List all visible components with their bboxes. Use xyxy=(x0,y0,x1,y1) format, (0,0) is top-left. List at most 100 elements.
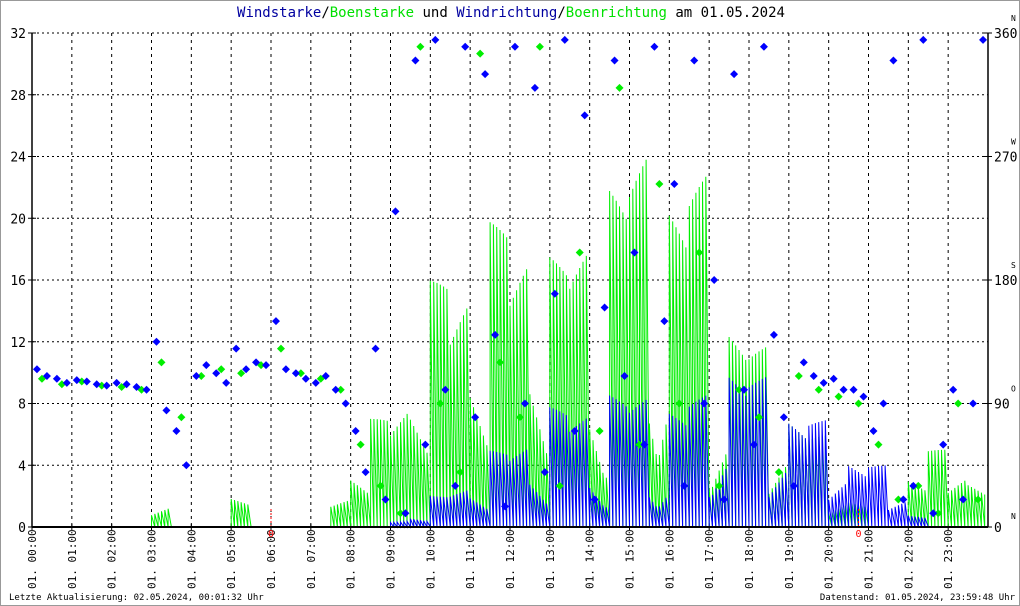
boenrichtung-point xyxy=(276,344,285,353)
windrichtung-point xyxy=(660,317,669,326)
x-tick-label: 01. 15:00 xyxy=(624,529,637,589)
windrichtung-point xyxy=(202,361,211,370)
boenrichtung-point xyxy=(814,385,823,394)
x-tick-label: 01. 12:00 xyxy=(504,529,517,589)
windrichtung-point xyxy=(152,337,161,346)
windrichtung-point xyxy=(52,374,61,383)
boenrichtung-point xyxy=(834,392,843,401)
windrichtung-point xyxy=(82,377,91,386)
x-tick-label: 01. 08:00 xyxy=(345,529,358,589)
windrichtung-point xyxy=(879,399,888,408)
windrichtung-point xyxy=(301,374,310,383)
x-tick-label: 01. 18:00 xyxy=(743,529,756,589)
boenrichtung-point xyxy=(874,440,883,449)
y-tick-label-left: 20 xyxy=(10,212,26,227)
windrichtung-point xyxy=(471,413,480,422)
windrichtung-point xyxy=(401,509,410,518)
windrichtung-point xyxy=(172,426,181,435)
x-tick-label: 01. 00:00 xyxy=(26,529,39,589)
windrichtung-point xyxy=(839,385,848,394)
x-tick-label: 01. 02:00 xyxy=(106,529,119,589)
y-tick-label-left: 4 xyxy=(18,459,26,474)
windrichtung-point xyxy=(769,330,778,339)
windrichtung-point xyxy=(779,413,788,422)
windrichtung-point xyxy=(32,365,41,374)
y-tick-label-right: 90 xyxy=(994,398,1010,413)
windrichtung-point xyxy=(361,468,370,477)
windrichtung-point xyxy=(670,179,679,188)
windrichtung-point xyxy=(610,56,619,65)
boenrichtung-point xyxy=(416,42,425,51)
windrichtung-point xyxy=(759,42,768,51)
windrichtung-point xyxy=(829,374,838,383)
x-tick-label: 01. 22:00 xyxy=(902,529,915,589)
y-tick-label-left: 28 xyxy=(10,89,26,104)
windrichtung-point xyxy=(222,378,231,387)
x-tick-label: 01. 20:00 xyxy=(823,529,836,589)
windrichtung-point xyxy=(899,495,908,504)
windrichtung-point xyxy=(421,440,430,449)
windrichtung-point xyxy=(411,56,420,65)
y-tick-label-right: 270 xyxy=(994,151,1017,166)
windrichtung-point xyxy=(730,70,739,79)
windrichtung-point xyxy=(341,399,350,408)
windrichtung-point xyxy=(889,56,898,65)
windrichtung-point xyxy=(461,42,470,51)
windrichtung-point xyxy=(909,481,918,490)
boenrichtung-point xyxy=(794,372,803,381)
windrichtung-point xyxy=(690,56,699,65)
x-tick-label: 01. 09:00 xyxy=(385,529,398,589)
windrichtung-point xyxy=(351,426,360,435)
x-tick-label: 01. 01:00 xyxy=(66,529,79,589)
x-tick-label: 01. 10:00 xyxy=(424,529,437,589)
x-tick-label: 01. 03:00 xyxy=(146,529,159,589)
windrichtung-point xyxy=(809,372,818,381)
footer-last-update: Letzte Aktualisierung: 02.05.2024, 00:01… xyxy=(9,593,264,603)
windrichtung-point xyxy=(142,385,151,394)
windrichtung-point xyxy=(102,381,111,390)
windrichtung-point xyxy=(799,358,808,367)
windrichtung-point xyxy=(849,385,858,394)
windrichtung-point xyxy=(510,42,519,51)
series-boenstarke-line xyxy=(32,159,986,528)
boenrichtung-point xyxy=(356,440,365,449)
windrichtung-point xyxy=(371,344,380,353)
windrichtung-point xyxy=(919,35,928,44)
y-tick-label-right: 0 xyxy=(994,521,1002,536)
windrichtung-point xyxy=(710,276,719,284)
compass-label: O xyxy=(1011,385,1016,394)
windrichtung-point xyxy=(530,83,539,92)
boenrichtung-point xyxy=(535,42,544,51)
windrichtung-point xyxy=(481,70,490,79)
y-tick-label-left: 12 xyxy=(10,336,26,351)
windrichtung-point xyxy=(291,369,300,378)
plot-area: 0 4 8 12 16 20 24 28 32 01. 00:00 01. 01:00 01. 02:… xyxy=(10,14,1017,589)
y-tick-label-left: 24 xyxy=(10,151,26,166)
chart-canvas: Windstarke/Boenstarke und Windrichtung/B… xyxy=(0,0,1020,606)
windrichtung-point xyxy=(949,385,958,394)
compass-label: N xyxy=(1011,512,1016,521)
boenrichtung-point xyxy=(774,468,783,477)
boenrichtung-point xyxy=(954,399,963,408)
y-tick-label-left: 0 xyxy=(18,521,26,536)
y-tick-label-left: 8 xyxy=(18,398,26,413)
boenrichtung-point xyxy=(157,358,166,367)
boenrichtung-point xyxy=(177,413,186,422)
windrichtung-point xyxy=(550,289,559,298)
boenrichtung-point xyxy=(615,83,624,92)
compass-label: S xyxy=(1011,261,1016,270)
windrichtung-point xyxy=(192,372,201,381)
windrichtung-point xyxy=(331,385,340,394)
windrichtung-point xyxy=(162,406,171,415)
windrichtung-point xyxy=(979,35,988,44)
windrichtung-point xyxy=(560,35,569,44)
y-tick-label-left: 32 xyxy=(10,27,26,42)
windrichtung-point xyxy=(650,42,659,51)
boenrichtung-point xyxy=(515,413,524,422)
boenrichtung-point xyxy=(595,426,604,435)
windrichtung-point xyxy=(869,426,878,435)
y-tick-label-left: 16 xyxy=(10,274,26,289)
boenrichtung-point xyxy=(496,358,505,367)
windrichtung-point xyxy=(182,461,191,470)
windrichtung-point xyxy=(600,303,609,312)
